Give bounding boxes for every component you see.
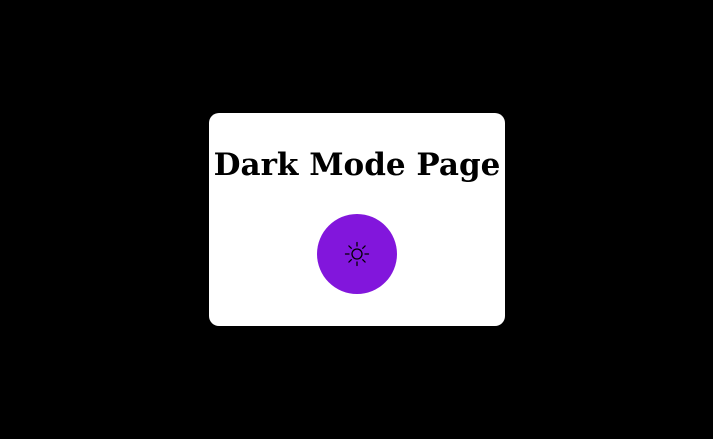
page-background: Dark Mode Page <box>0 0 713 439</box>
content-card: Dark Mode Page <box>209 113 505 326</box>
page-title: Dark Mode Page <box>213 147 501 183</box>
sun-icon <box>344 241 370 267</box>
theme-toggle-button[interactable] <box>317 214 397 294</box>
